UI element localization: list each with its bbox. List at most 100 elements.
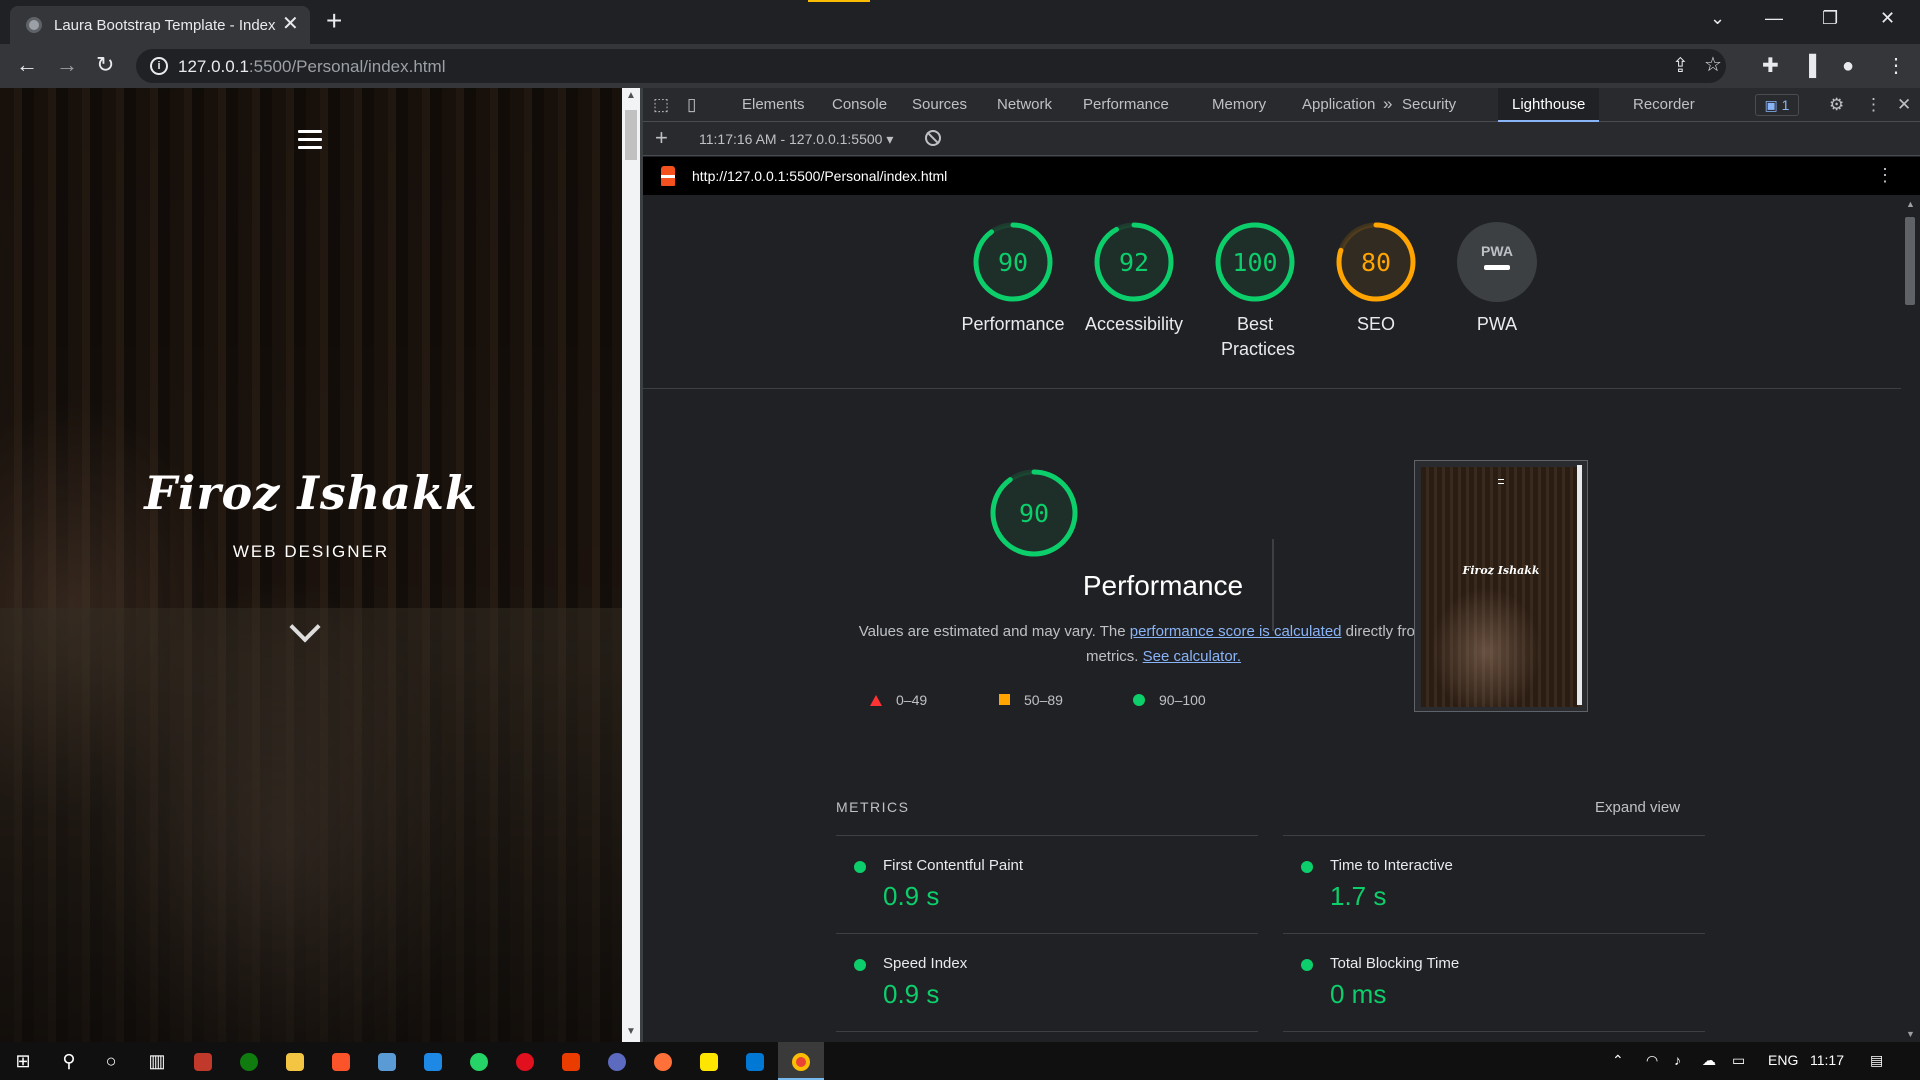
hamburger-menu-icon[interactable] [298, 130, 322, 149]
brave-browser-icon[interactable] [318, 1042, 364, 1080]
clock[interactable]: 11:17 [1810, 1052, 1844, 1068]
expand-view-toggle[interactable]: Expand view [1595, 799, 1680, 816]
tab-network[interactable]: Network [997, 96, 1052, 113]
tab-lighthouse[interactable]: Lighthouse [1498, 88, 1600, 122]
tray-overflow-icon[interactable]: ⌃ [1612, 1052, 1624, 1069]
new-tab-button[interactable]: + [326, 7, 342, 35]
report-selector[interactable]: 11:17:16 AM - 127.0.0.1:5500 ▾ [699, 131, 893, 148]
wifi-icon[interactable]: ◠ [1646, 1052, 1658, 1069]
pass-circle-icon [1301, 861, 1313, 873]
metric-name: Time to Interactive [1330, 857, 1453, 874]
seo-gauge[interactable]: 80 SEO [1316, 220, 1436, 337]
best-practices-gauge[interactable]: 100 Best Practices [1195, 220, 1315, 362]
tab-close-icon[interactable]: ✕ [282, 14, 299, 34]
tab-performance[interactable]: Performance [1083, 96, 1169, 113]
performance-label: Performance [961, 314, 1065, 334]
pwa-label: PWA [1476, 314, 1518, 334]
accessibility-gauge[interactable]: 92 Accessibility [1074, 220, 1194, 337]
app-icon[interactable] [594, 1042, 640, 1080]
office-app-icon[interactable] [548, 1042, 594, 1080]
accessibility-label: Accessibility [1084, 314, 1184, 334]
chrome-taskbar-icon[interactable] [778, 1042, 824, 1080]
extensions-icon[interactable]: ✚ [1762, 55, 1779, 77]
final-screenshot[interactable]: Firoz Ishakk [1414, 460, 1588, 712]
side-panel-icon[interactable]: ▐ [1802, 55, 1816, 77]
window-close-icon[interactable]: ✕ [1880, 8, 1895, 29]
performance-score: 90 [998, 248, 1028, 277]
xbox-app-icon[interactable] [226, 1042, 272, 1080]
address-bar[interactable]: i 127.0.0.1:5500/Personal/index.html ⇪ ☆ [136, 49, 1726, 83]
tab-recorder[interactable]: Recorder [1633, 96, 1695, 113]
tab-favicon-icon [26, 17, 42, 33]
inspect-element-icon[interactable]: ⬚ [653, 95, 669, 115]
language-indicator[interactable]: ENG [1768, 1052, 1798, 1068]
reload-icon[interactable]: ↻ [96, 54, 114, 76]
tab-console[interactable]: Console [832, 96, 887, 113]
lighthouse-report: 90 Performance 92 Accessibility 100 Best… [643, 195, 1901, 1042]
address-url[interactable]: 127.0.0.1:5500/Personal/index.html [178, 57, 445, 77]
store-app-icon[interactable] [180, 1042, 226, 1080]
back-icon[interactable]: ← [16, 54, 38, 76]
task-view-icon[interactable]: ▥ [134, 1042, 180, 1080]
device-toolbar-icon[interactable]: ▯ [687, 95, 696, 115]
restore-icon[interactable]: ❐ [1822, 8, 1838, 29]
notifications-icon[interactable]: ▤ [1870, 1052, 1883, 1069]
photos-app-icon[interactable] [364, 1042, 410, 1080]
browser-tab[interactable]: Laura Bootstrap Template - Index ✕ [10, 6, 310, 44]
mail-app-icon[interactable] [410, 1042, 456, 1080]
legend-fail: 0–49 [870, 692, 927, 708]
sticky-notes-icon[interactable] [686, 1042, 732, 1080]
tab-elements[interactable]: Elements [742, 96, 805, 113]
metric-value: 0.9 s [883, 881, 940, 911]
score-calculated-link[interactable]: performance score is calculated [1130, 623, 1342, 640]
report-scrollbar[interactable]: ▲ ▼ [1901, 195, 1920, 1042]
minimize-icon[interactable]: — [1765, 8, 1783, 29]
file-explorer-icon[interactable] [272, 1042, 318, 1080]
devtools-menu-icon[interactable]: ⋮ [1865, 95, 1882, 115]
share-icon[interactable]: ⇪ [1672, 55, 1689, 77]
clear-reports-icon[interactable] [925, 130, 941, 146]
search-icon[interactable]: ⚲ [46, 1042, 92, 1080]
performance-heading: Performance [1082, 570, 1244, 601]
vscode-icon[interactable] [732, 1042, 778, 1080]
battery-icon[interactable]: ▭ [1732, 1052, 1745, 1069]
metric-name: First Contentful Paint [883, 857, 1024, 874]
report-menu-icon[interactable]: ⋮ [1876, 165, 1894, 186]
chrome-menu-icon[interactable]: ⋮ [1886, 55, 1906, 77]
metric-value: 0 ms [1330, 979, 1387, 1009]
metric-first-contentful-paint: First Contentful Paint 0.9 s [836, 835, 1258, 933]
tab-sources[interactable]: Sources [912, 96, 967, 113]
see-calculator-link[interactable]: See calculator. [1143, 648, 1241, 665]
tab-application[interactable]: Application [1302, 96, 1375, 113]
cortana-icon[interactable]: ○ [88, 1042, 134, 1080]
bookmark-star-icon[interactable]: ☆ [1704, 54, 1722, 76]
pass-circle-icon [854, 861, 866, 873]
volume-icon[interactable]: ♪ [1674, 1052, 1681, 1068]
whatsapp-icon[interactable] [456, 1042, 502, 1080]
pwa-gauge[interactable]: PWA PWA [1437, 220, 1557, 337]
opera-browser-icon[interactable] [502, 1042, 548, 1080]
page-scrollbar[interactable]: ▲ ▼ [622, 88, 640, 1042]
devtools-close-icon[interactable]: ✕ [1897, 95, 1911, 115]
metric-name: Speed Index [883, 955, 968, 972]
new-report-icon[interactable]: + [655, 125, 668, 151]
issues-badge[interactable]: ▣ 1 [1755, 94, 1799, 116]
profile-icon[interactable]: ● [1842, 55, 1854, 77]
site-info-icon[interactable]: i [150, 57, 168, 75]
metric-time-to-interactive: Time to Interactive 1.7 s [1283, 835, 1705, 933]
accessibility-score: 92 [1119, 248, 1149, 277]
firefox-icon[interactable] [640, 1042, 686, 1080]
start-windows-icon[interactable]: ⊞ [0, 1042, 46, 1080]
page-scrollbar-thumb[interactable] [625, 110, 637, 160]
metric-value: 1.7 s [1330, 881, 1387, 911]
report-scrollbar-thumb[interactable] [1905, 217, 1915, 305]
forward-icon[interactable]: → [56, 54, 78, 76]
tab-memory[interactable]: Memory [1212, 96, 1266, 113]
tab-search-icon[interactable]: ⌄ [1710, 8, 1725, 29]
onedrive-icon[interactable]: ☁ [1702, 1052, 1716, 1069]
settings-gear-icon[interactable]: ⚙ [1829, 95, 1844, 115]
more-tabs-icon[interactable]: » [1383, 94, 1392, 114]
performance-gauge-large[interactable]: 90 [988, 467, 1080, 559]
performance-gauge[interactable]: 90 Performance [953, 220, 1073, 337]
tab-security[interactable]: Security [1402, 96, 1456, 113]
